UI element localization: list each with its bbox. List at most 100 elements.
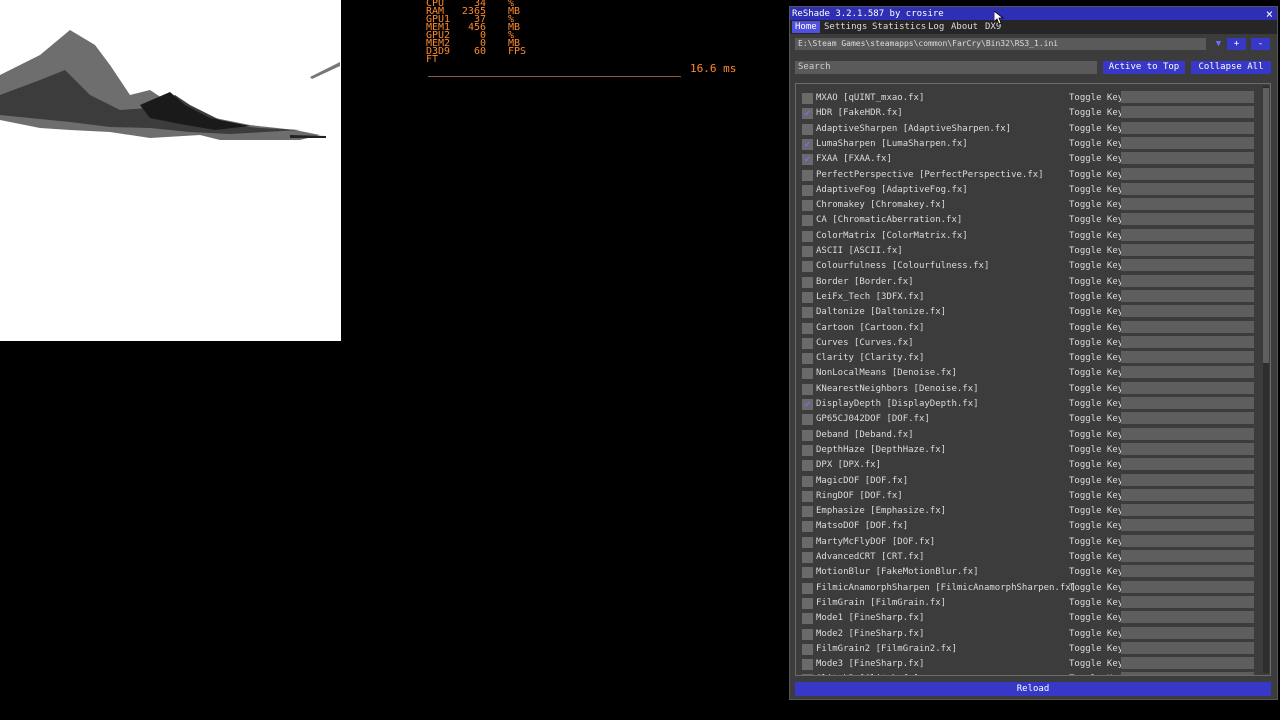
technique-checkbox[interactable]: ✔: [802, 154, 813, 166]
toggle-key-input[interactable]: [1121, 504, 1254, 517]
technique-checkbox[interactable]: [802, 169, 813, 181]
technique-checkbox[interactable]: [802, 368, 813, 380]
technique-checkbox[interactable]: [802, 337, 813, 349]
technique-checkbox[interactable]: [802, 475, 813, 487]
technique-checkbox[interactable]: [802, 230, 813, 242]
technique-checkbox[interactable]: [802, 506, 813, 518]
toggle-key-input[interactable]: [1121, 672, 1254, 675]
toggle-key-input[interactable]: [1121, 641, 1254, 654]
technique-row: Mode3 [FineSharp.fx] Toggle Key: [796, 657, 1266, 672]
tab-about[interactable]: About: [948, 21, 981, 33]
technique-checkbox[interactable]: [802, 215, 813, 227]
chevron-down-icon[interactable]: ▼: [1209, 38, 1228, 50]
toggle-key-input[interactable]: [1121, 335, 1254, 348]
technique-checkbox[interactable]: ✔: [802, 138, 813, 150]
technique-checkbox[interactable]: [802, 246, 813, 257]
add-preset-button[interactable]: +: [1227, 38, 1246, 50]
technique-checkbox[interactable]: [802, 200, 813, 212]
technique-checkbox[interactable]: [802, 123, 813, 135]
technique-checkbox[interactable]: [802, 521, 813, 533]
reload-button[interactable]: Reload: [795, 682, 1271, 696]
technique-checkbox[interactable]: [802, 414, 813, 426]
toggle-key-input[interactable]: [1121, 442, 1254, 455]
technique-checkbox[interactable]: [802, 582, 813, 594]
tab-home[interactable]: Home: [792, 21, 820, 33]
tab-log[interactable]: Log: [925, 21, 947, 33]
close-icon[interactable]: ×: [1266, 7, 1273, 21]
toggle-key-input[interactable]: [1121, 198, 1254, 211]
search-input[interactable]: Search: [795, 61, 1097, 74]
toggle-key-input[interactable]: [1121, 274, 1254, 287]
technique-checkbox[interactable]: [802, 597, 813, 609]
preset-path-field[interactable]: E:\Steam Games\steamapps\common\FarCry\B…: [795, 38, 1206, 50]
toggle-key-input[interactable]: [1121, 289, 1254, 302]
toggle-key-input[interactable]: [1121, 397, 1254, 409]
toggle-key-input[interactable]: [1121, 458, 1254, 471]
toggle-key-input[interactable]: [1121, 565, 1254, 578]
toggle-key-input[interactable]: [1121, 305, 1254, 318]
toggle-key-input[interactable]: [1121, 550, 1254, 562]
technique-checkbox[interactable]: [802, 674, 813, 675]
technique-checkbox[interactable]: [802, 613, 813, 625]
toggle-key-input[interactable]: [1121, 213, 1254, 226]
technique-checkbox[interactable]: ✔: [802, 399, 813, 410]
toggle-key-input[interactable]: [1121, 381, 1254, 394]
technique-checkbox[interactable]: [802, 659, 813, 671]
toggle-key-label: Toggle Key: [1069, 108, 1124, 119]
tab-statistics[interactable]: Statistics: [869, 21, 929, 33]
toggle-key-input[interactable]: [1121, 244, 1254, 256]
technique-checkbox[interactable]: [802, 353, 813, 365]
technique-name: MXAO [qUINT_mxao.fx]: [816, 93, 925, 103]
toggle-key-input[interactable]: [1121, 534, 1254, 547]
toggle-key-input[interactable]: [1121, 412, 1254, 425]
toggle-key-label: Toggle Key: [1069, 123, 1124, 134]
technique-checkbox[interactable]: [802, 184, 813, 196]
active-to-top-button[interactable]: Active to Top: [1103, 61, 1185, 74]
technique-checkbox[interactable]: [802, 643, 813, 655]
technique-checkbox[interactable]: [802, 536, 813, 548]
collapse-all-button[interactable]: Collapse All: [1191, 61, 1271, 74]
technique-checkbox[interactable]: [802, 628, 813, 640]
toggle-key-input[interactable]: [1121, 611, 1254, 624]
toggle-key-input[interactable]: [1121, 136, 1254, 149]
technique-checkbox[interactable]: [802, 93, 813, 104]
technique-checkbox[interactable]: [802, 444, 813, 456]
toggle-key-input[interactable]: [1121, 351, 1254, 364]
toggle-key-input[interactable]: [1121, 121, 1254, 134]
technique-checkbox[interactable]: [802, 460, 813, 472]
technique-checkbox[interactable]: [802, 276, 813, 288]
toggle-key-input[interactable]: [1121, 580, 1254, 593]
window-titlebar[interactable]: ReShade 3.2.1.587 by crosire ×: [790, 7, 1277, 21]
toggle-key-input[interactable]: [1121, 259, 1254, 272]
toggle-key-label: Toggle Key: [1069, 536, 1124, 547]
remove-preset-button[interactable]: -: [1251, 38, 1270, 50]
toggle-key-input[interactable]: [1121, 519, 1254, 532]
toggle-key-label: Toggle Key: [1069, 383, 1124, 394]
toggle-key-input[interactable]: [1121, 626, 1254, 639]
toggle-key-input[interactable]: [1121, 427, 1254, 440]
toggle-key-input[interactable]: [1121, 488, 1254, 501]
technique-checkbox[interactable]: ✔: [802, 108, 813, 120]
toggle-key-input[interactable]: [1121, 366, 1254, 379]
toggle-key-input[interactable]: [1121, 320, 1254, 333]
toggle-key-input[interactable]: [1121, 228, 1254, 241]
technique-checkbox[interactable]: [802, 307, 813, 319]
toggle-key-input[interactable]: [1121, 167, 1254, 180]
toggle-key-input[interactable]: [1121, 91, 1254, 103]
toggle-key-input[interactable]: [1121, 473, 1254, 486]
technique-checkbox[interactable]: [802, 383, 813, 395]
technique-checkbox[interactable]: [802, 261, 813, 273]
technique-checkbox[interactable]: [802, 567, 813, 579]
toggle-key-input[interactable]: [1121, 657, 1254, 670]
toggle-key-input[interactable]: [1121, 595, 1254, 608]
technique-checkbox[interactable]: [802, 429, 813, 441]
technique-checkbox[interactable]: [802, 490, 813, 502]
toggle-key-input[interactable]: [1121, 152, 1254, 165]
toggle-key-input[interactable]: [1121, 106, 1254, 119]
technique-checkbox[interactable]: [802, 552, 813, 563]
technique-row: CA [ChromaticAberration.fx] Toggle Key: [796, 213, 1266, 228]
technique-checkbox[interactable]: [802, 322, 813, 334]
toggle-key-input[interactable]: [1121, 182, 1254, 195]
tab-settings[interactable]: Settings: [821, 21, 870, 33]
technique-checkbox[interactable]: [802, 291, 813, 303]
